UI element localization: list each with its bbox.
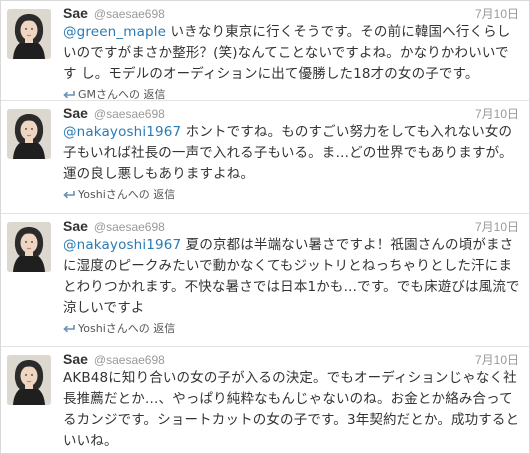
in-reply-to-link[interactable]: Yoshiさんへの 返信	[63, 320, 521, 336]
tweet-date[interactable]: 7月10日	[475, 219, 519, 235]
reply-arrow-icon	[63, 189, 75, 199]
tweet-text: @green_maple いきなり東京に行くそうです。その前に韓国へ行くらしいの…	[63, 22, 521, 85]
user-name[interactable]: Sae	[63, 351, 88, 367]
tweet-text: AKB48に知り合いの女の子が入るの決定。でもオーディションじゃなく社長推薦だと…	[63, 368, 521, 452]
user-name[interactable]: Sae	[63, 5, 88, 21]
mention-link[interactable]: @nakayoshi1967	[63, 124, 181, 140]
tweet-text: @nakayoshi1967 夏の京都は半端ない暑さですよ！祇園さんの頃がまさに…	[63, 235, 521, 319]
user-name[interactable]: Sae	[63, 218, 88, 234]
avatar[interactable]	[7, 355, 51, 405]
user-name[interactable]: Sae	[63, 105, 88, 121]
tweet-text: @nakayoshi1967 ホントですね。ものすごい努力をしても入れない女の子…	[63, 122, 521, 185]
tweet-feed: Sae @saesae698 7月10日 @green_maple いきなり東京…	[0, 0, 530, 454]
reply-label: Yoshiさんへの 返信	[78, 322, 176, 335]
tweet-date[interactable]: 7月10日	[475, 352, 519, 368]
in-reply-to-link[interactable]: Yoshiさんへの 返信	[63, 186, 521, 202]
user-handle[interactable]: @saesae698	[94, 106, 165, 122]
tweet: Sae @saesae698 7月10日 AKB48に知り合いの女の子が入るの決…	[1, 347, 529, 453]
avatar[interactable]	[7, 109, 51, 159]
reply-label: GMさんへの 返信	[78, 88, 166, 101]
user-handle[interactable]: @saesae698	[94, 6, 165, 22]
tweet: Sae @saesae698 7月10日 @green_maple いきなり東京…	[1, 1, 529, 101]
mention-link[interactable]: @nakayoshi1967	[63, 237, 181, 253]
tweet-date[interactable]: 7月10日	[475, 106, 519, 122]
reply-arrow-icon	[63, 89, 75, 99]
tweet-body: AKB48に知り合いの女の子が入るの決定。でもオーディションじゃなく社長推薦だと…	[63, 370, 520, 449]
in-reply-to-link[interactable]: GMさんへの 返信	[63, 86, 521, 102]
user-handle[interactable]: @saesae698	[94, 219, 165, 235]
reply-arrow-icon	[63, 323, 75, 333]
user-handle[interactable]: @saesae698	[94, 352, 165, 368]
avatar[interactable]	[7, 222, 51, 272]
mention-link[interactable]: @green_maple	[63, 24, 166, 40]
tweet-date[interactable]: 7月10日	[475, 6, 519, 22]
avatar[interactable]	[7, 9, 51, 59]
tweet: Sae @saesae698 7月10日 @nakayoshi1967 夏の京都…	[1, 214, 529, 347]
tweet: Sae @saesae698 7月10日 @nakayoshi1967 ホントで…	[1, 101, 529, 214]
reply-label: Yoshiさんへの 返信	[78, 188, 176, 201]
